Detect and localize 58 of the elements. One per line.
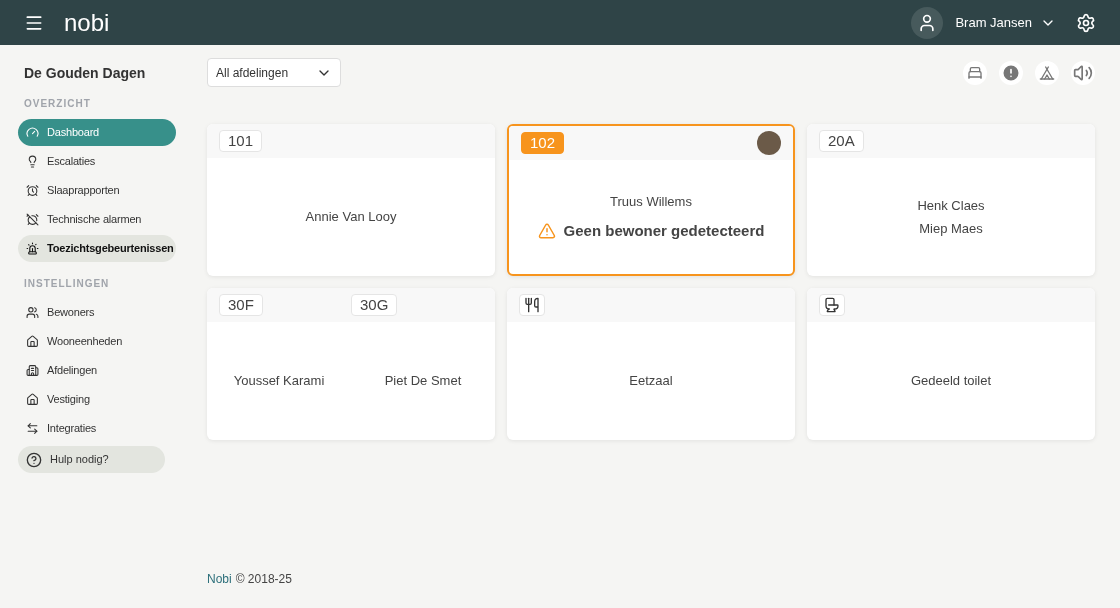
alert-icon[interactable]: [999, 60, 1023, 85]
logo[interactable]: nobi: [64, 10, 110, 35]
people-icon: [26, 306, 39, 319]
resident-name: Piet De Smet: [384, 372, 462, 391]
room-number: 30F: [219, 294, 263, 316]
toilet-icon: [819, 294, 845, 316]
fork-knife-icon: [519, 294, 545, 316]
help-icon: [26, 451, 42, 468]
section-heading: OVERZICHT: [24, 97, 92, 111]
nav-item[interactable]: Escalaties: [18, 148, 176, 175]
gauge-icon: [26, 126, 39, 139]
room-card[interactable]: 30F 30G Youssef Karami Piet De Smet: [207, 288, 495, 440]
room-number: 101: [219, 130, 263, 152]
nav-item[interactable]: Wooneenheden: [18, 328, 176, 355]
warning-icon: [537, 221, 556, 240]
settings-icon[interactable]: [1076, 12, 1096, 33]
room-name: Gedeeld toilet: [910, 372, 992, 391]
copyright: © 2018-25: [235, 571, 292, 588]
room-card[interactable]: 20A Henk Claes Miep Maes: [807, 124, 1095, 276]
nav-item[interactable]: Dashboard: [18, 119, 176, 146]
resident-name: Youssef Karami: [233, 372, 325, 391]
house-icon: [26, 393, 39, 406]
room-name: Eetzaal: [629, 372, 673, 391]
brand-link[interactable]: Nobi: [207, 570, 232, 588]
nav-item[interactable]: Vestiging: [18, 386, 176, 413]
resident-name: Miep Maes: [919, 220, 983, 238]
facility-name: De Gouden Dagen: [24, 64, 147, 83]
section-heading: INSTELLINGEN: [24, 277, 111, 291]
nav-item[interactable]: Slaaprapporten: [18, 177, 176, 204]
room-card[interactable]: Eetzaal: [507, 288, 795, 440]
help-button[interactable]: Hulp nodig?: [18, 446, 165, 473]
department-dropdown[interactable]: All afdelingen: [207, 58, 341, 87]
room-number: 30G: [351, 294, 398, 316]
arrows-icon: [26, 422, 39, 435]
room-card[interactable]: 102 Truus Willems Geen bewoner gedetecteerd: [507, 124, 795, 276]
alarm-clock-icon: [26, 213, 39, 226]
siren-icon: [26, 242, 39, 255]
resident-name: Annie Van Looy: [305, 208, 397, 227]
house-icon: [26, 335, 39, 348]
user-menu[interactable]: Bram Jansen: [955, 12, 1056, 33]
user-avatar[interactable]: [911, 6, 944, 39]
resident-name: Truus Willems: [610, 193, 692, 211]
bed-icon[interactable]: [963, 60, 987, 85]
room-card[interactable]: Gedeeld toilet: [807, 288, 1095, 440]
warning-text: Geen bewoner gedetecteerd: [563, 220, 765, 241]
lightbulb-icon: [26, 155, 39, 168]
room-number: 20A: [819, 130, 864, 152]
nav-item[interactable]: Toezichtsgebeurtenissen: [18, 235, 176, 262]
nav-item[interactable]: Bewoners: [18, 299, 176, 326]
building-icon: [26, 364, 39, 377]
room-card[interactable]: 101 Annie Van Looy: [207, 124, 495, 276]
resident-name: Henk Claes: [917, 196, 985, 215]
nav-item[interactable]: Technische alarmen: [18, 206, 176, 233]
room-number: 102: [521, 132, 565, 154]
alarm-clock-icon: [26, 184, 39, 197]
nav-item[interactable]: Afdelingen: [18, 357, 176, 384]
speaker-icon[interactable]: [1071, 60, 1095, 85]
nav-item[interactable]: Integraties: [18, 415, 176, 442]
